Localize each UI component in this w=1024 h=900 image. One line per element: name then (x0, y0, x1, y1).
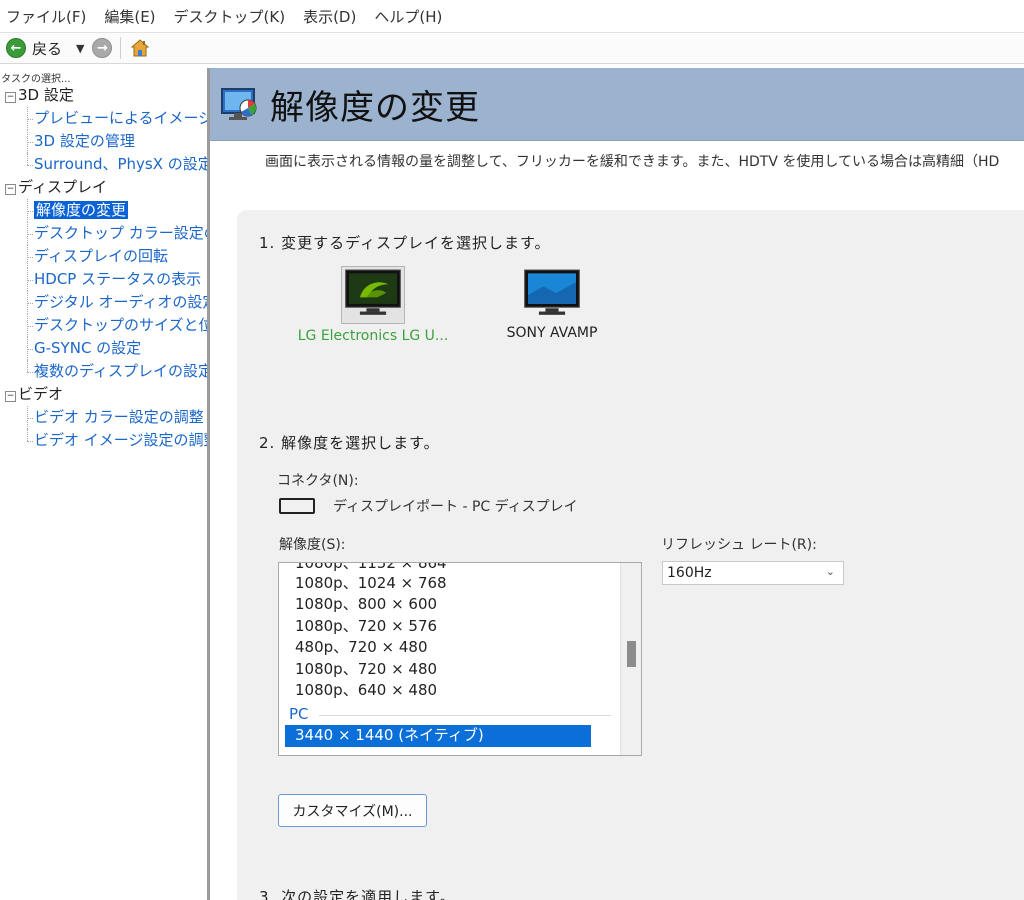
back-dropdown-icon[interactable]: ▼ (76, 42, 84, 55)
tree-item-video-color[interactable]: ビデオ カラー設定の調整 (0, 406, 207, 429)
tree-item-gsync[interactable]: G-SYNC の設定 (0, 337, 207, 360)
display-settings-icon (220, 84, 260, 124)
connector-label: コネクタ(N): (277, 473, 359, 489)
step3-heading: 3. 次の設定を適用します。 (259, 888, 456, 900)
display-option-lg[interactable]: LG Electronics LG U... (293, 266, 453, 344)
scrollbar-thumb[interactable] (627, 641, 636, 667)
monitor-icon (524, 269, 580, 315)
toolbar: ← 戻る ▼ → (0, 32, 1024, 64)
resolution-item[interactable]: 1080p、1024 × 768 (279, 573, 641, 594)
tree-item-image-preview[interactable]: プレビューによるイメージ設 (0, 107, 207, 130)
display-label-sony: SONY AVAMP (506, 325, 598, 341)
resolution-item[interactable]: 1080p、1152 × 864 (279, 563, 641, 573)
resolution-listbox[interactable]: 1080p、1152 × 864 1080p、1024 × 768 1080p、… (278, 562, 642, 756)
tree-item-digital-audio[interactable]: デジタル オーディオの設定 (0, 291, 207, 314)
page-description: 画面に表示される情報の量を調整して、フリッカーを緩和できます。また、HDTV を… (265, 154, 1000, 170)
customize-button[interactable]: カスタマイズ(M)... (278, 794, 427, 827)
menu-help[interactable]: ヘルプ(H) (368, 6, 452, 27)
resolution-item-selected[interactable]: 3440 × 1440 (ネイティブ) (285, 725, 591, 747)
display-option-sony[interactable]: SONY AVAMP (487, 266, 617, 341)
tree-item-desktop-size[interactable]: デスクトップのサイズと位置 (0, 314, 207, 337)
tree-item-multiple-displays[interactable]: 複数のディスプレイの設定 (0, 360, 207, 383)
menu-view[interactable]: 表示(D) (297, 6, 366, 27)
settings-panel: 1. 変更するディスプレイを選択します。 LG Electronics LG U… (237, 210, 1024, 900)
nvidia-monitor-icon (345, 269, 401, 315)
resolution-item[interactable]: 1080p、800 × 600 (279, 594, 641, 615)
back-label: 戻る (32, 39, 63, 58)
toolbar-separator (120, 37, 122, 59)
back-button[interactable]: ← 戻る (6, 38, 62, 59)
display-selected-frame (341, 266, 405, 324)
collapse-icon[interactable]: − (5, 184, 16, 195)
listbox-scrollbar[interactable] (620, 563, 641, 755)
collapse-icon[interactable]: − (5, 92, 16, 103)
tree-item-manage-3d[interactable]: 3D 設定の管理 (0, 130, 207, 153)
resolution-label: 解像度(S): (279, 537, 346, 553)
back-arrow-icon: ← (6, 38, 26, 58)
chevron-down-icon: ⌄ (825, 565, 835, 578)
tree-item-rotate-display[interactable]: ディスプレイの回転 (0, 245, 207, 268)
tree-category-3d[interactable]: −3D 設定 (0, 84, 207, 107)
resolution-item[interactable]: 1080p、720 × 576 (279, 616, 641, 637)
resolution-item[interactable]: 1080p、720 × 480 (279, 659, 641, 680)
tree-item-surround-physx[interactable]: Surround、PhysX の設定 (0, 153, 207, 176)
refresh-rate-label: リフレッシュ レート(R): (661, 537, 817, 553)
page-banner: 解像度の変更 (210, 68, 1024, 141)
tree-category-display[interactable]: − ディスプレイ (0, 176, 207, 199)
collapse-icon[interactable]: − (5, 391, 16, 402)
tree-item-hdcp-status[interactable]: HDCP ステータスの表示 (0, 268, 207, 291)
home-icon[interactable] (129, 37, 151, 59)
task-sidebar: タスクの選択... −3D 設定 プレビューによるイメージ設 3D 設定の管理 … (0, 68, 210, 900)
display-label-lg: LG Electronics LG U... (297, 328, 449, 344)
sidebar-header: タスクの選択... (1, 74, 71, 85)
menu-bar: ファイル(F) 編集(E) デスクトップ(K) 表示(D) ヘルプ(H) (0, 0, 1024, 32)
step1-heading: 1. 変更するディスプレイを選択します。 (259, 234, 551, 252)
page-title: 解像度の変更 (270, 87, 480, 128)
tree-category-video[interactable]: − ビデオ (0, 383, 207, 406)
task-tree: −3D 設定 プレビューによるイメージ設 3D 設定の管理 Surround、P… (0, 84, 207, 452)
refresh-rate-value: 160Hz (667, 565, 712, 581)
tree-item-desktop-color[interactable]: デスクトップ カラー設定の (0, 222, 207, 245)
resolution-item[interactable]: 480p、720 × 480 (279, 637, 641, 658)
menu-desktop[interactable]: デスクトップ(K) (168, 6, 296, 27)
step2-heading: 2. 解像度を選択します。 (259, 434, 440, 452)
resolution-item[interactable]: 1080p、640 × 480 (279, 680, 641, 701)
connector-value: ディスプレイポート - PC ディスプレイ (333, 499, 578, 515)
content-pane: 解像度の変更 画面に表示される情報の量を調整して、フリッカーを緩和できます。また… (210, 68, 1024, 900)
menu-file[interactable]: ファイル(F) (0, 6, 96, 27)
refresh-rate-select[interactable]: 160Hz ⌄ (662, 561, 844, 585)
tree-item-video-image[interactable]: ビデオ イメージ設定の調整 (0, 429, 207, 452)
displayport-icon (279, 498, 315, 514)
menu-edit[interactable]: 編集(E) (98, 6, 165, 27)
forward-arrow-icon[interactable]: → (92, 38, 113, 58)
resolution-group-pc: PC (279, 701, 641, 725)
tree-item-change-resolution[interactable]: 解像度の変更 (0, 199, 207, 222)
